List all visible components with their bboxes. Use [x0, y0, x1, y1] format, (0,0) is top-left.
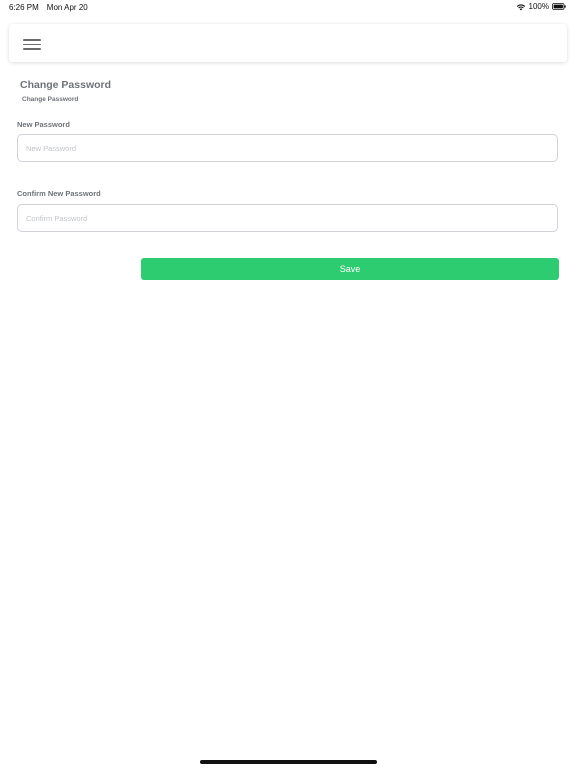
new-password-label: New Password — [17, 120, 70, 129]
wifi-icon — [516, 3, 526, 11]
status-right: 100% — [516, 2, 566, 11]
status-left: 6:26 PM Mon Apr 20 — [9, 3, 88, 12]
breadcrumb: Change Password — [22, 96, 79, 103]
status-bar: 6:26 PM Mon Apr 20 100% — [0, 0, 576, 14]
confirm-password-input[interactable] — [17, 204, 558, 232]
menu-line — [23, 43, 41, 45]
save-button[interactable]: Save — [141, 258, 559, 280]
confirm-password-label: Confirm New Password — [17, 189, 101, 198]
battery-percent: 100% — [528, 2, 549, 11]
status-time: 6:26 PM — [9, 3, 39, 12]
menu-line — [23, 48, 41, 50]
menu-line — [23, 39, 41, 41]
page-title: Change Password — [20, 79, 112, 91]
top-navigation-bar — [9, 24, 567, 62]
hamburger-menu-icon[interactable] — [23, 39, 41, 50]
battery-icon — [552, 3, 566, 10]
status-date: Mon Apr 20 — [46, 3, 88, 12]
new-password-input[interactable] — [17, 134, 558, 162]
home-indicator — [200, 760, 377, 764]
